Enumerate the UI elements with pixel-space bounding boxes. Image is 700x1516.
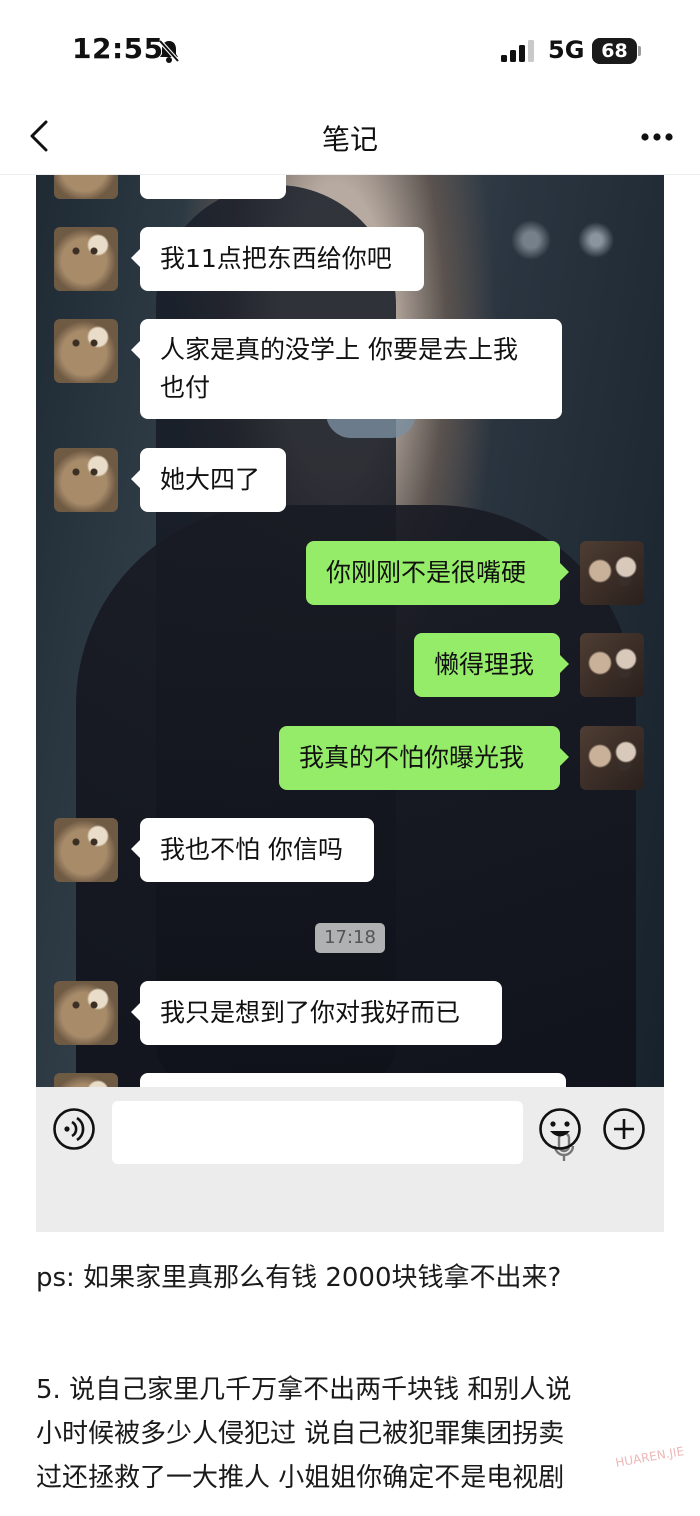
clock: 12:55 xyxy=(72,32,164,65)
message-bubble: 她大四了 xyxy=(131,448,286,512)
network-type: 5G xyxy=(548,36,585,64)
message-line: 人家是真的没学上 你要是去上我 xyxy=(160,335,518,364)
article-line: 5. 说自己家里几千万拿不出两千块钱 和别人说 xyxy=(36,1375,572,1405)
chat-screenshot: 我11点把东西给你吧 人家是真的没学上 你要是去上我 也付 她大四了 你刚刚不是… xyxy=(36,175,664,1232)
message-bubble: 我只是想到了你对我好而已 xyxy=(131,981,502,1045)
contact-avatar xyxy=(54,227,118,291)
message-bubble-self: 懒得理我 xyxy=(414,633,569,697)
message-bubble: 我也不怕 你信吗 xyxy=(131,818,374,882)
message-bubble: 人家是真的没学上 你要是去上我 也付 xyxy=(131,319,562,419)
message-bubble-self: 你刚刚不是很嘴硬 xyxy=(306,541,569,605)
battery-cap xyxy=(638,46,641,56)
message-bubble-partial xyxy=(140,175,286,199)
message-bubble-self: 我真的不怕你曝光我 xyxy=(279,726,569,790)
status-bar: 12:55 5G 68 xyxy=(0,0,700,100)
nav-bar: 笔记 xyxy=(0,100,700,175)
article-line: 过还拯救了一大推人 小姐姐你确定不是电视剧 xyxy=(36,1463,565,1493)
chat-input-bar xyxy=(36,1087,664,1232)
plus-icon[interactable] xyxy=(602,1107,646,1151)
message-bubble: 我11点把东西给你吧 xyxy=(131,227,424,291)
page-title: 笔记 xyxy=(321,123,378,156)
battery-icon: 68 xyxy=(592,38,637,64)
self-avatar xyxy=(580,541,644,605)
article-line: 小时候被多少人侵犯过 说自己被犯罪集团拐卖 xyxy=(36,1419,565,1449)
self-avatar xyxy=(580,726,644,790)
more-icon[interactable] xyxy=(640,132,674,142)
contact-avatar xyxy=(54,818,118,882)
voice-icon[interactable] xyxy=(52,1107,96,1151)
battery-percent: 68 xyxy=(601,40,628,62)
contact-avatar xyxy=(54,319,118,383)
contact-avatar xyxy=(54,981,118,1045)
bell-muted-icon xyxy=(158,39,180,63)
watermark-logo: HUAREN.JIE xyxy=(614,1444,686,1470)
article-ps-line: ps: 如果家里真那么有钱 2000块钱拿不出来? xyxy=(36,1263,562,1293)
signal-icon xyxy=(501,40,534,62)
self-avatar xyxy=(580,633,644,697)
emoji-icon[interactable] xyxy=(538,1107,582,1151)
contact-avatar xyxy=(54,448,118,512)
chat-timestamp: 17:18 xyxy=(315,923,385,953)
message-line: 也付 xyxy=(160,373,211,402)
contact-avatar xyxy=(54,175,118,199)
message-input[interactable] xyxy=(112,1101,575,1164)
